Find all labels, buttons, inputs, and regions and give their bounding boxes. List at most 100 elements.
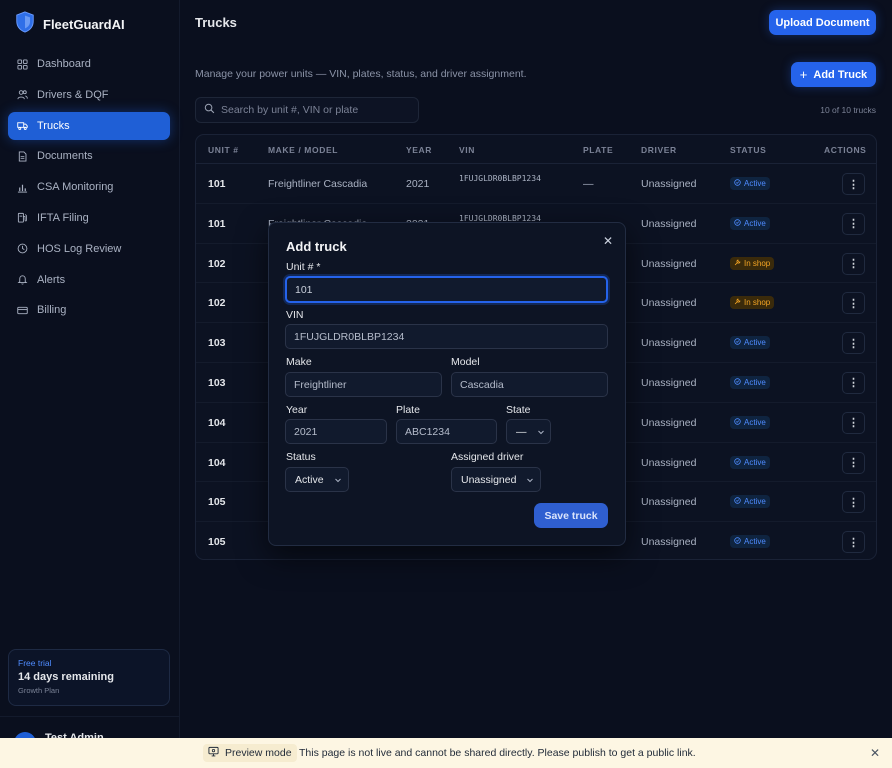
column-header[interactable]: DRIVER	[641, 145, 677, 155]
driver-cell: Unassigned	[641, 416, 697, 429]
row-actions-button[interactable]: ⋮	[842, 451, 865, 474]
bell-icon	[17, 274, 28, 285]
plate-cell: —	[583, 178, 594, 190]
status-text: Active	[744, 338, 766, 348]
column-header[interactable]: PLATE	[583, 145, 613, 155]
search-input[interactable]	[221, 104, 411, 116]
status-badge: In shop	[730, 296, 775, 310]
model-input[interactable]	[451, 372, 608, 397]
check-circle-icon	[734, 219, 741, 228]
driver-cell: Unassigned	[641, 376, 697, 389]
row-actions-button[interactable]: ⋮	[842, 173, 865, 195]
state-select[interactable]: —	[506, 419, 551, 444]
driver-cell: Unassigned	[641, 178, 697, 190]
add-truck-label: Add Truck	[813, 68, 868, 81]
unit-cell: 101	[208, 178, 226, 190]
status-badge: Active	[730, 495, 770, 509]
sidebar-item-label: Alerts	[37, 273, 66, 286]
column-header[interactable]: ACTIONS	[824, 145, 866, 155]
sidebar-item-billing[interactable]: Billing	[8, 296, 170, 324]
make-input[interactable]	[285, 372, 442, 397]
column-header[interactable]: UNIT #	[208, 145, 239, 155]
driver-select[interactable]: Unassigned	[451, 467, 541, 492]
page-title: Trucks	[195, 15, 237, 30]
sidebar-item-csa-monitoring[interactable]: CSA Monitoring	[8, 173, 170, 201]
check-circle-icon	[734, 418, 741, 427]
row-actions-button[interactable]: ⋮	[842, 491, 865, 514]
row-actions-button[interactable]: ⋮	[842, 411, 865, 434]
state-value: —	[516, 425, 527, 438]
row-actions-button[interactable]: ⋮	[842, 531, 865, 554]
year-input[interactable]	[285, 419, 387, 444]
table-row[interactable]: 101 Freightliner Cascadia 2021 1FUJGLDR0BLB…	[196, 164, 876, 204]
preview-banner: Preview mode This page is not live and c…	[0, 738, 892, 768]
trial-plan: Growth Plan	[18, 686, 60, 695]
trial-card[interactable]: Free trial 14 days remaining Growth Plan	[8, 649, 170, 706]
row-actions-button[interactable]: ⋮	[842, 292, 865, 315]
column-header[interactable]: VIN	[459, 145, 475, 155]
unit-cell: 101	[208, 217, 226, 230]
trial-remaining: 14 days remaining	[18, 671, 114, 683]
sidebar-nav: Dashboard Drivers & DQF Trucks Documents…	[8, 50, 170, 327]
dashboard-icon	[17, 58, 28, 70]
sidebar-item-label: Documents	[37, 150, 93, 163]
sidebar-item-label: Dashboard	[37, 58, 91, 70]
check-circle-icon	[734, 457, 741, 467]
sidebar-item-ifta-filing[interactable]: IFTA Filing	[8, 204, 170, 232]
shield-logo-icon	[14, 11, 36, 38]
sidebar-item-alerts[interactable]: Alerts	[8, 266, 170, 294]
vin-input[interactable]	[285, 324, 608, 349]
column-header[interactable]: MAKE / MODEL	[268, 145, 338, 155]
users-icon	[17, 89, 28, 100]
unit-input[interactable]	[285, 276, 608, 303]
status-badge: In shop	[730, 256, 775, 270]
sidebar-item-drivers[interactable]: Drivers & DQF	[8, 81, 170, 109]
sidebar-item-documents[interactable]: Documents	[8, 142, 170, 170]
sidebar-item-label: Drivers & DQF	[37, 88, 109, 101]
clock-icon	[17, 243, 28, 254]
driver-cell: Unassigned	[641, 297, 697, 310]
brand-name: FleetGuardAI	[43, 17, 125, 32]
column-header[interactable]: YEAR	[406, 145, 432, 155]
modal-title: Add truck	[286, 239, 347, 254]
sidebar-item-dashboard[interactable]: Dashboard	[8, 50, 170, 78]
credit-card-icon	[17, 305, 28, 316]
row-actions-button[interactable]: ⋮	[842, 212, 865, 235]
unit-cell: 104	[208, 456, 226, 469]
status-text: Active	[744, 417, 766, 427]
vin-label: VIN	[286, 309, 304, 321]
close-icon[interactable]: ✕	[602, 234, 614, 248]
add-truck-button[interactable]: + Add Truck	[791, 62, 876, 87]
driver-cell: Unassigned	[641, 257, 697, 270]
search-icon	[204, 101, 215, 119]
wrench-icon	[734, 298, 741, 307]
column-header[interactable]: STATUS	[730, 145, 766, 155]
check-circle-icon	[734, 497, 741, 506]
status-badge: Active	[730, 415, 770, 429]
sidebar-item-trucks[interactable]: Trucks	[8, 111, 170, 140]
status-text: Active	[744, 218, 766, 228]
save-truck-button[interactable]: Save truck	[534, 503, 608, 528]
driver-cell: Unassigned	[641, 536, 697, 549]
truck-count: 10 of 10 trucks	[820, 105, 876, 115]
status-select[interactable]: Active	[285, 467, 349, 492]
brand[interactable]: FleetGuardAI	[14, 11, 125, 38]
plate-input[interactable]	[396, 419, 497, 444]
status-text: Active	[744, 537, 766, 547]
row-actions-button[interactable]: ⋮	[842, 371, 865, 394]
chevron-down-icon	[526, 476, 534, 484]
chevron-down-icon	[537, 428, 545, 436]
status-text: In shop	[744, 258, 771, 268]
driver-cell: Unassigned	[641, 217, 697, 230]
unit-cell: 103	[208, 376, 226, 389]
trial-badge: Free trial	[18, 658, 52, 668]
sidebar-item-label: IFTA Filing	[37, 211, 89, 224]
row-actions-button[interactable]: ⋮	[842, 252, 865, 275]
close-icon[interactable]: ✕	[870, 746, 880, 760]
upload-document-button[interactable]: Upload Document	[769, 10, 876, 35]
make-model-cell: Freightliner Cascadia	[268, 178, 368, 190]
unit-label: Unit # *	[286, 261, 321, 273]
row-actions-button[interactable]: ⋮	[842, 332, 865, 355]
search-box[interactable]	[195, 97, 419, 123]
sidebar-item-hos-log-review[interactable]: HOS Log Review	[8, 235, 170, 263]
